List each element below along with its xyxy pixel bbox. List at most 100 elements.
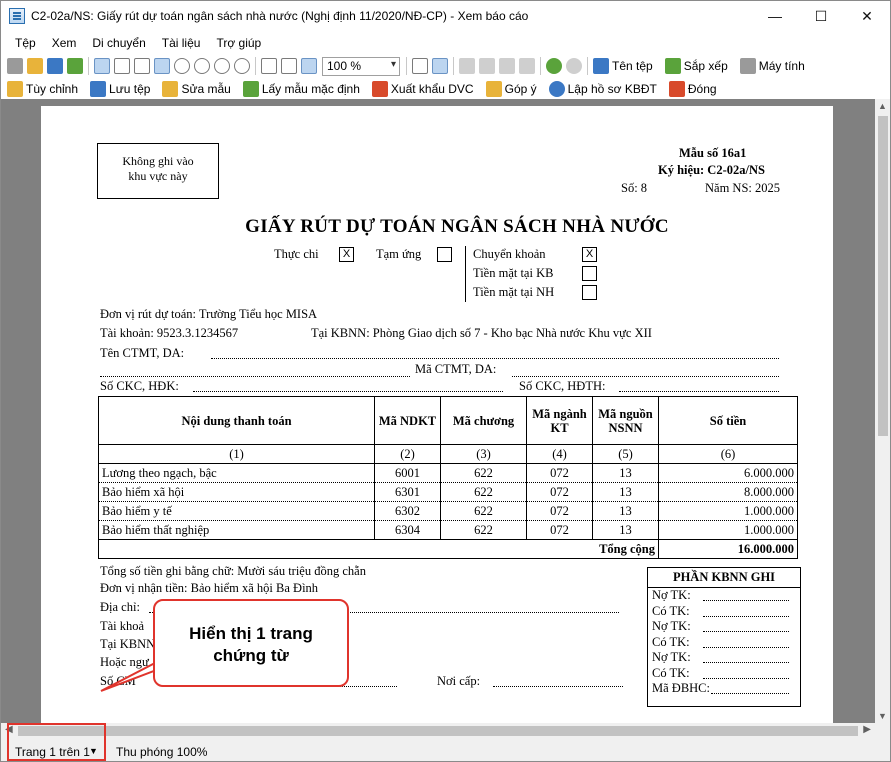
page-setup-icon[interactable] <box>114 58 130 74</box>
page-width-icon[interactable] <box>261 58 277 74</box>
back-icon[interactable] <box>546 58 562 74</box>
kbnn-row: Mã ĐBHC: <box>652 681 710 695</box>
info-icon <box>593 58 609 74</box>
document-number: Số: 8 <box>621 181 648 195</box>
default-template-button[interactable]: Lấy mẫu mặc định <box>241 81 364 97</box>
save-file-button[interactable]: Lưu tệp <box>88 81 154 97</box>
ten-ctmt-label: Tên CTMT, DA: <box>100 346 185 360</box>
app-icon <box>9 8 25 24</box>
scroll-up-icon[interactable]: ▲ <box>878 101 887 111</box>
export-icon[interactable] <box>67 58 83 74</box>
col-number: (4) <box>526 444 593 464</box>
multi-page-icon[interactable] <box>432 58 448 74</box>
table-of-contents-icon[interactable] <box>94 58 110 74</box>
next-page-icon[interactable] <box>499 58 515 74</box>
col-number: (2) <box>374 444 441 464</box>
find-icon[interactable] <box>134 58 150 74</box>
zoom-in-icon[interactable] <box>194 58 210 74</box>
actual-size-icon[interactable] <box>301 58 317 74</box>
vertical-scroll-thumb[interactable] <box>878 116 888 436</box>
globe-icon <box>548 81 565 97</box>
scroll-down-icon[interactable]: ▼ <box>878 711 887 721</box>
amount-in-words: Tổng số tiền ghi bằng chữ: Mười sáu triệ… <box>100 564 366 578</box>
report-toolbar: Tùy chỉnh Lưu tệp Sửa mẫu Lấy mẫu mặc đị… <box>1 78 890 100</box>
table-row: Bảo hiểm xã hội 6301 622 072 13 8.000.00… <box>98 482 798 502</box>
window-title: C2-02a/NS: Giấy rút dự toán ngân sách nh… <box>31 9 529 23</box>
kbnn-row: Nợ TK: <box>652 619 691 633</box>
zoom-tool-icon[interactable] <box>174 58 190 74</box>
vertical-scrollbar[interactable]: ▲ ▼ <box>875 99 890 723</box>
undo-icon <box>242 81 259 97</box>
col-number: (1) <box>98 444 375 464</box>
edit-template-button[interactable]: Sửa mẫu <box>160 81 234 97</box>
menu-file[interactable]: Tệp <box>7 36 44 50</box>
account-line: Tài khoản: 9523.3.1234567 <box>100 326 239 340</box>
form-number: Mẫu số 16a1 <box>679 146 747 160</box>
export-dvc-button[interactable]: Xuất khẩu DVC <box>370 81 478 97</box>
create-kbdt-button[interactable]: Lập hồ sơ KBĐT <box>547 81 661 97</box>
menu-view[interactable]: Xem <box>44 36 85 50</box>
horizontal-scroll-thumb[interactable] <box>18 726 858 736</box>
kbnn-section-title: PHẦN KBNN GHI <box>648 568 800 588</box>
page-indicator-highlight <box>7 723 106 761</box>
recipient-kbnn-label: Tại KBNN <box>100 637 156 651</box>
customize-button[interactable]: Tùy chỉnh <box>5 81 82 97</box>
calculator-button[interactable]: Máy tính <box>738 58 809 74</box>
open-folder-icon[interactable] <box>27 58 43 74</box>
filename-button[interactable]: Tên tệp <box>591 58 657 74</box>
document-viewer[interactable]: Không ghi vào khu vực này Mẫu số 16a1 Ký… <box>1 99 875 723</box>
zoom-select[interactable]: 100 % <box>322 56 400 76</box>
first-page-icon[interactable] <box>459 58 475 74</box>
sort-button[interactable]: Sắp xếp <box>663 58 732 74</box>
tien-mat-nh-checkbox <box>582 285 597 300</box>
calculator-icon <box>739 58 756 74</box>
document-title: GIẤY RÚT DỰ TOÁN NGÂN SÁCH NHÀ NƯỚC <box>245 216 669 237</box>
hand-tool-icon[interactable] <box>154 58 170 74</box>
scroll-right-icon[interactable]: ▶ <box>863 724 871 735</box>
zoom-fit-icon[interactable] <box>234 58 250 74</box>
total-label: Tổng cộng <box>526 539 659 559</box>
kbnn-line: Tại KBNN: Phòng Giao dịch số 7 - Kho bạc… <box>311 326 652 340</box>
menu-document[interactable]: Tài liệu <box>154 36 209 50</box>
unit-line: Đơn vị rút dự toán: Trường Tiểu học MISA <box>100 307 318 321</box>
last-page-icon[interactable] <box>519 58 535 74</box>
recipient-unit: Đơn vị nhận tiền: Bảo hiểm xã hội Ba Đìn… <box>100 581 319 595</box>
title-bar: C2-02a/NS: Giấy rút dự toán ngân sách nh… <box>1 1 890 31</box>
header-nguon: Mã nguồn NSNN <box>592 396 659 445</box>
close-window-button[interactable]: ✕ <box>844 1 890 31</box>
menu-help[interactable]: Trợ giúp <box>208 36 269 50</box>
report-viewer-window: C2-02a/NS: Giấy rút dự toán ngân sách nh… <box>0 0 891 762</box>
kbnn-row: Nợ TK: <box>652 588 691 602</box>
export-dvc-icon <box>371 81 388 97</box>
single-page-icon[interactable] <box>412 58 428 74</box>
callout-annotation: Hiển thị 1 trang chứng từ <box>153 599 349 687</box>
previous-page-icon[interactable] <box>479 58 495 74</box>
header-ndkt: Mã NDKT <box>374 396 441 445</box>
so-ckc-hdk-label: Số CKC, HĐK: <box>100 379 179 393</box>
feedback-button[interactable]: Góp ý <box>484 81 541 97</box>
kbnn-section: PHẦN KBNN GHI Nợ TK: Có TK: Nợ TK: Có TK… <box>647 567 801 707</box>
tam-ung-checkbox <box>437 247 452 262</box>
payment-table: Nội dung thanh toán Mã NDKT Mã chương Mã… <box>98 396 798 559</box>
ma-ctmt-label: Mã CTMT, DA: <box>415 362 497 376</box>
horizontal-scrollbar[interactable]: ◀ ▶ <box>1 723 875 739</box>
form-symbol: Ký hiệu: C2-02a/NS <box>658 163 765 177</box>
maximize-button[interactable]: ☐ <box>798 1 844 31</box>
address-label: Địa chỉ: <box>100 600 140 614</box>
print-icon[interactable] <box>7 58 23 74</box>
whole-page-icon[interactable] <box>281 58 297 74</box>
zoom-out-icon[interactable] <box>214 58 230 74</box>
menu-navigate[interactable]: Di chuyển <box>84 36 153 50</box>
zoom-status: Thu phóng 100% <box>116 745 208 759</box>
table-row: Bảo hiểm y tế 6302 622 072 13 1.000.000 <box>98 501 798 521</box>
header-chuong: Mã chương <box>440 396 527 445</box>
close-report-button[interactable]: Đóng <box>667 81 721 97</box>
table-row: Lương theo ngạch, bậc 6001 622 072 13 6.… <box>98 463 798 483</box>
minimize-button[interactable]: — <box>752 1 798 31</box>
forward-icon[interactable] <box>566 58 582 74</box>
save-icon[interactable] <box>47 58 63 74</box>
header-nganh: Mã ngành KT <box>526 396 593 445</box>
col-number: (6) <box>658 444 798 464</box>
col-number: (5) <box>592 444 659 464</box>
so-ckc-hdth-label: Số CKC, HĐTH: <box>519 379 606 393</box>
